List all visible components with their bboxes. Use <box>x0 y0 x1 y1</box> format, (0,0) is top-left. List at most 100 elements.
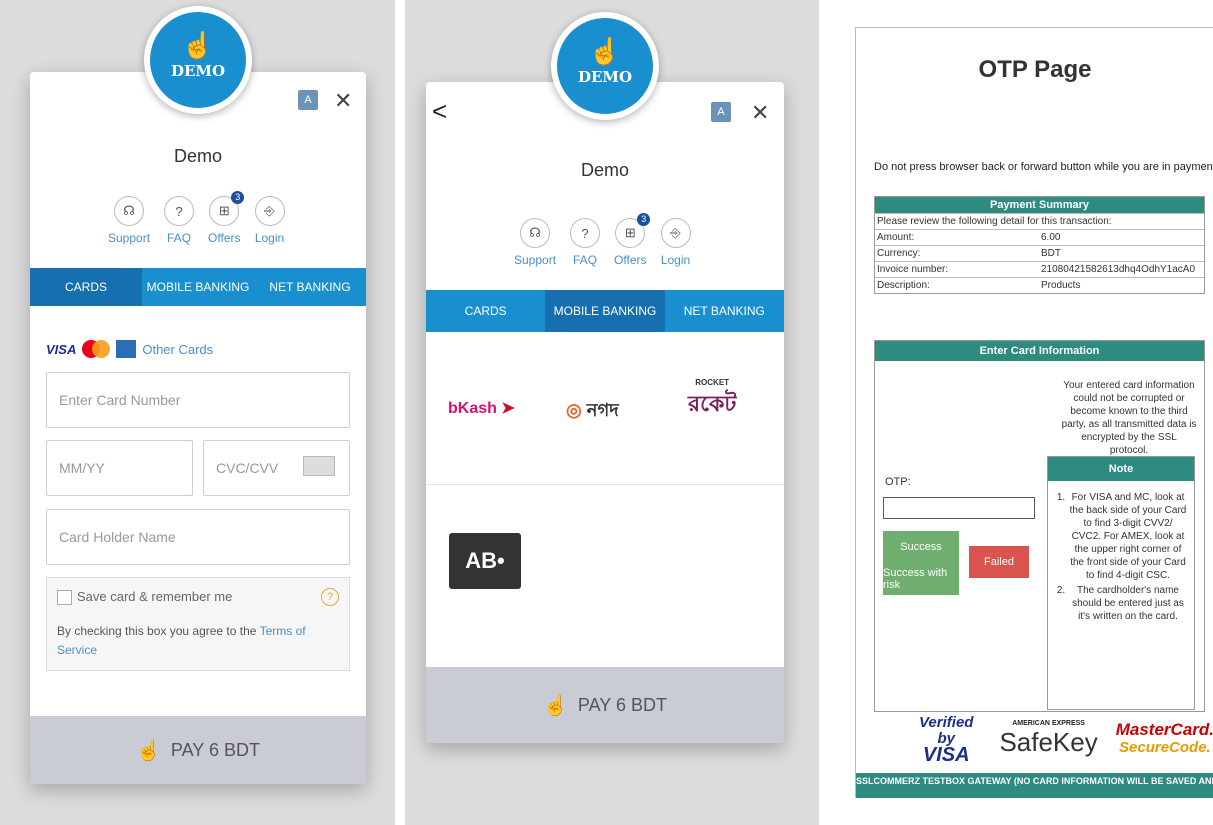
headset-icon: ☊ <box>114 196 145 226</box>
success-button[interactable]: Success <box>883 531 959 563</box>
amex-text: AMERICAN EXPRESS <box>1012 720 1085 727</box>
note-box: Note For VISA and MC, look at the back s… <box>1047 456 1195 710</box>
card-number-input[interactable]: Enter Card Number <box>46 372 350 428</box>
visa-text: VISA <box>922 744 970 766</box>
agree-text: By checking this box you agree to the Te… <box>57 622 337 660</box>
logo-text: DEMO <box>170 62 226 80</box>
agree-statement: By checking this box you agree to the <box>57 624 260 638</box>
faq-label: FAQ <box>573 253 598 267</box>
language-icon[interactable]: A <box>711 102 731 122</box>
mastercard-securecode-logo: MasterCard. SecureCode. <box>1116 721 1213 757</box>
note-list: For VISA and MC, look at the back side o… <box>1048 481 1194 623</box>
tab-cards[interactable]: CARDS <box>30 268 142 306</box>
offers-label: Offers <box>614 253 647 267</box>
login-icon: ⎆ <box>660 218 691 248</box>
other-cards-link[interactable]: Other Cards <box>142 342 213 357</box>
summary-intro: Please review the following detail for t… <box>875 213 1204 229</box>
summary-key: Currency: <box>877 248 921 259</box>
summary-key: Description: <box>877 280 930 291</box>
support-link[interactable]: ☊ Support <box>514 218 556 267</box>
cvc-input[interactable]: CVC/CVV <box>203 440 350 496</box>
help-icon[interactable]: ? <box>321 588 339 606</box>
rocket-small-label: ROCKET <box>695 378 730 387</box>
faq-link[interactable]: ? FAQ <box>570 218 601 267</box>
success-with-risk-button[interactable]: Success with risk <box>883 563 959 595</box>
support-link[interactable]: ☊ Support <box>108 196 150 245</box>
note-item: The cardholder's name should be entered … <box>1068 584 1188 623</box>
tab-net-banking[interactable]: NET BANKING <box>665 290 784 332</box>
summary-row: Currency: BDT <box>875 245 1204 261</box>
verified-by-text: Verified by <box>918 714 974 747</box>
login-link[interactable]: ⎆ Login <box>254 196 285 245</box>
mastercard-logo <box>82 340 111 358</box>
nagad-option[interactable]: ◎ নগদ <box>566 396 619 427</box>
tab-net-banking[interactable]: NET BANKING <box>254 268 366 306</box>
tab-mobile-banking[interactable]: MOBILE BANKING <box>545 290 665 332</box>
save-card-checkbox[interactable] <box>57 590 72 605</box>
close-icon[interactable]: ✕ <box>751 100 769 126</box>
security-logos: Verified by VISA AMERICAN EXPRESS SafeKe… <box>911 714 1213 766</box>
question-icon: ? <box>570 218 601 248</box>
nagad-icon: ◎ <box>566 400 582 420</box>
note-item: For VISA and MC, look at the back side o… <box>1068 491 1188 582</box>
language-icon[interactable]: A <box>298 90 318 110</box>
security-info: Your entered card information could not … <box>1061 380 1197 456</box>
pay-label: PAY 6 BDT <box>170 739 260 760</box>
bkash-bird-icon: ➤ <box>501 400 515 417</box>
offers-badge: 3 <box>231 191 245 204</box>
tab-mobile-banking[interactable]: MOBILE BANKING <box>142 268 254 306</box>
safekey-text: SafeKey <box>999 727 1098 757</box>
divider <box>426 484 784 485</box>
gateway-footer: SSLCOMMERZ TESTBOX GATEWAY (NO CARD INFO… <box>856 773 1213 798</box>
card-brands: VISA Other Cards <box>46 340 213 358</box>
close-icon[interactable]: ✕ <box>334 88 352 114</box>
offers-link[interactable]: ⊞ 3 Offers <box>208 191 245 245</box>
card-holder-input[interactable]: Card Holder Name <box>46 509 350 565</box>
question-icon: ? <box>164 196 195 226</box>
offers-link[interactable]: ⊞ 3 Offers <box>614 213 651 267</box>
pay-button[interactable]: ☝ PAY 6 BDT <box>30 716 366 784</box>
pay-button[interactable]: ☝ PAY 6 BDT <box>426 667 784 743</box>
mobile-banking-panel: < ☝ DEMO A ✕ Demo ☊ Support ? FAQ ⊞ 3 Off… <box>426 12 784 743</box>
merchant-logo: ☝ DEMO <box>144 6 252 114</box>
back-icon[interactable]: < <box>432 96 447 127</box>
otp-input[interactable] <box>883 497 1035 519</box>
payment-tabs: CARDS MOBILE BANKING NET BANKING <box>426 290 784 332</box>
summary-header: Payment Summary <box>875 197 1204 213</box>
merchant-name: Demo <box>173 146 222 166</box>
page-title: OTP Page <box>978 56 1092 83</box>
payment-card-panel: ☝ DEMO A ✕ Demo ☊ Support ? FAQ ⊞ 3 Offer… <box>30 6 366 784</box>
rocket-option[interactable]: ROCKET রকেট <box>688 378 736 424</box>
headset-icon: ☊ <box>520 218 551 248</box>
save-card-box: Save card & remember me ? By checking th… <box>46 577 350 671</box>
tab-cards[interactable]: CARDS <box>426 290 545 332</box>
quick-links: ☊ Support ? FAQ ⊞ 3 Offers ⎆ Login <box>108 191 285 245</box>
summary-row: Invoice number: 21080421582613dhq4OdhY1ac… <box>875 261 1204 277</box>
logo-text: DEMO <box>577 68 633 86</box>
offers-label: Offers <box>208 231 241 245</box>
card-info-header: Enter Card Information <box>875 341 1204 361</box>
faq-label: FAQ <box>167 231 192 245</box>
login-link[interactable]: ⎆ Login <box>660 218 691 267</box>
verified-by-visa-logo: Verified by VISA <box>911 714 981 766</box>
mastercard-text: MasterCard. <box>1115 720 1213 739</box>
hand-pointer-icon: ☝ <box>543 694 568 717</box>
expiry-input[interactable]: MM/YY <box>46 440 193 496</box>
visa-logo: VISA <box>46 341 77 357</box>
support-label: Support <box>108 231 151 245</box>
gift-icon: ⊞ 3 <box>209 191 245 226</box>
payment-tabs: CARDS MOBILE BANKING NET BANKING <box>30 268 366 306</box>
failed-button[interactable]: Failed <box>969 546 1029 578</box>
faq-link[interactable]: ? FAQ <box>164 196 195 245</box>
login-label: Login <box>660 253 691 267</box>
bkash-option[interactable]: bKash ➤ <box>448 398 515 418</box>
login-icon: ⎆ <box>254 196 285 226</box>
pay-label: PAY 6 BDT <box>577 694 667 715</box>
ab-bank-option[interactable]: AB• <box>449 533 521 589</box>
save-card-label: Save card & remember me <box>77 589 233 604</box>
offers-badge: 3 <box>637 213 651 226</box>
summary-row: Amount: 6.00 <box>875 229 1204 245</box>
summary-value: 6.00 <box>1041 232 1061 243</box>
summary-value: BDT <box>1041 248 1061 259</box>
hand-pointer-icon: ☝ <box>136 739 161 762</box>
